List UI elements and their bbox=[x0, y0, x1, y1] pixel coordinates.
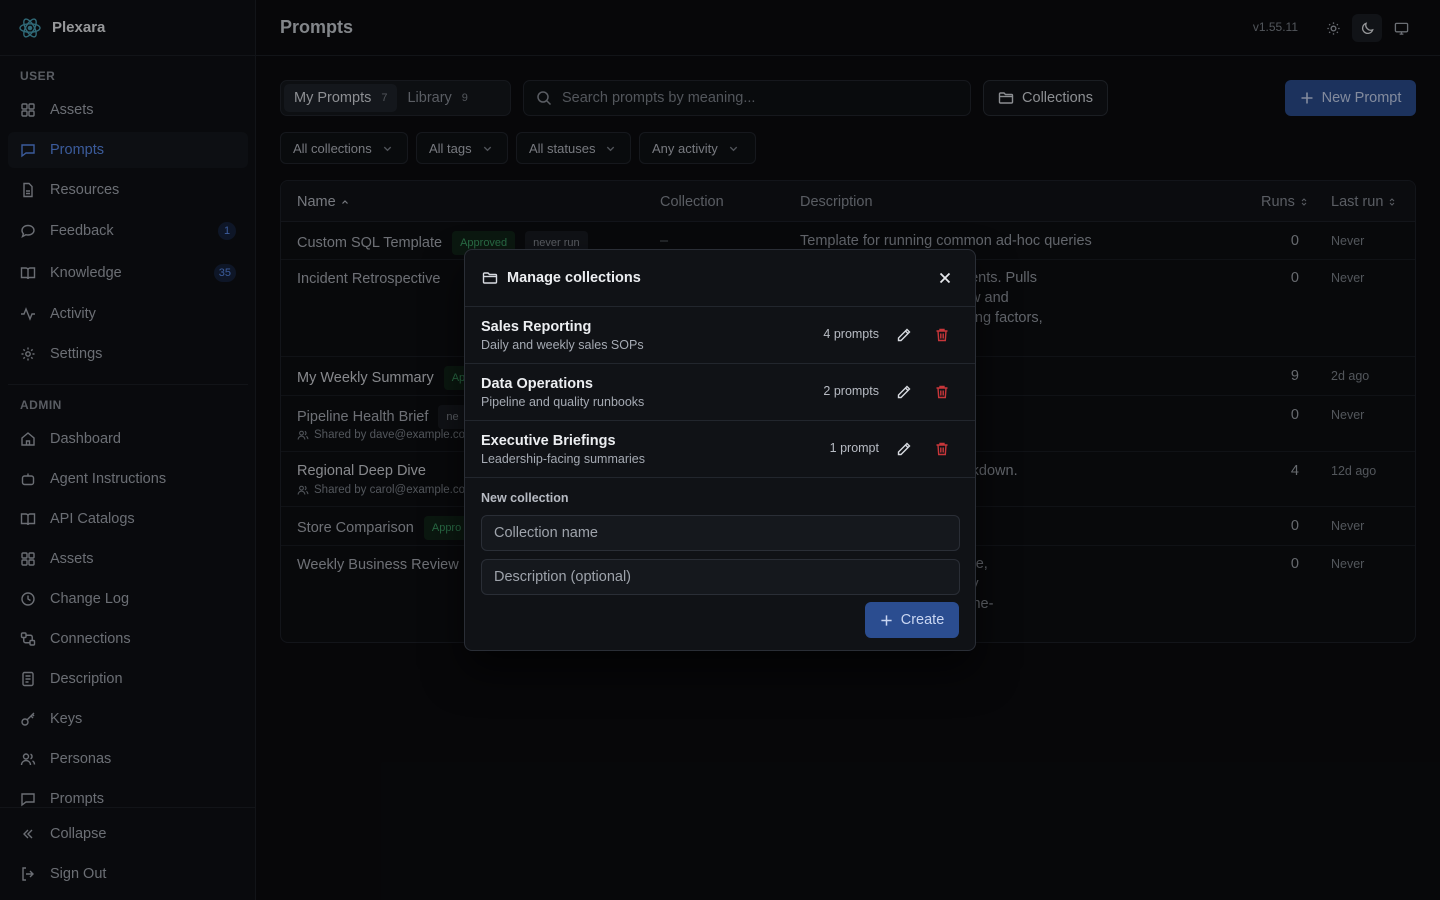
collection-description: Daily and weekly sales SOPs bbox=[481, 338, 644, 352]
new-collection-label: New collection bbox=[481, 491, 569, 505]
plus-icon bbox=[881, 614, 892, 626]
collection-description: Pipeline and quality runbooks bbox=[481, 395, 645, 409]
collection-name-input[interactable] bbox=[494, 525, 959, 541]
collection-item: Executive Briefings Leadership-facing su… bbox=[465, 421, 975, 478]
collection-name: Sales Reporting bbox=[481, 319, 592, 335]
pencil-icon[interactable] bbox=[896, 384, 912, 400]
collection-name: Data Operations bbox=[481, 376, 593, 392]
trash-icon[interactable] bbox=[934, 441, 950, 457]
trash-icon[interactable] bbox=[934, 384, 950, 400]
collection-item: Sales Reporting Daily and weekly sales S… bbox=[465, 307, 975, 364]
trash-icon[interactable] bbox=[934, 327, 950, 343]
modal-title: Manage collections bbox=[507, 270, 641, 286]
manage-collections-dialog: Manage collections Sales Reporting Daily… bbox=[464, 249, 976, 651]
collection-item: Data Operations Pipeline and quality run… bbox=[465, 364, 975, 421]
collection-description: Leadership-facing summaries bbox=[481, 452, 645, 466]
create-label: Create bbox=[900, 612, 945, 628]
close-icon[interactable] bbox=[937, 270, 953, 286]
create-collection-button[interactable]: Create bbox=[865, 602, 959, 638]
folder-icon bbox=[482, 272, 498, 284]
collection-count: 1 prompt bbox=[829, 441, 879, 455]
collection-description-field bbox=[481, 559, 960, 595]
modal-header: Manage collections bbox=[465, 250, 975, 307]
pencil-icon[interactable] bbox=[896, 327, 912, 343]
collection-count: 4 prompts bbox=[823, 327, 879, 341]
collection-name: Executive Briefings bbox=[481, 433, 616, 449]
collection-count: 2 prompts bbox=[823, 384, 879, 398]
pencil-icon[interactable] bbox=[896, 441, 912, 457]
collection-description-input[interactable] bbox=[494, 569, 959, 585]
collection-name-field bbox=[481, 515, 960, 551]
